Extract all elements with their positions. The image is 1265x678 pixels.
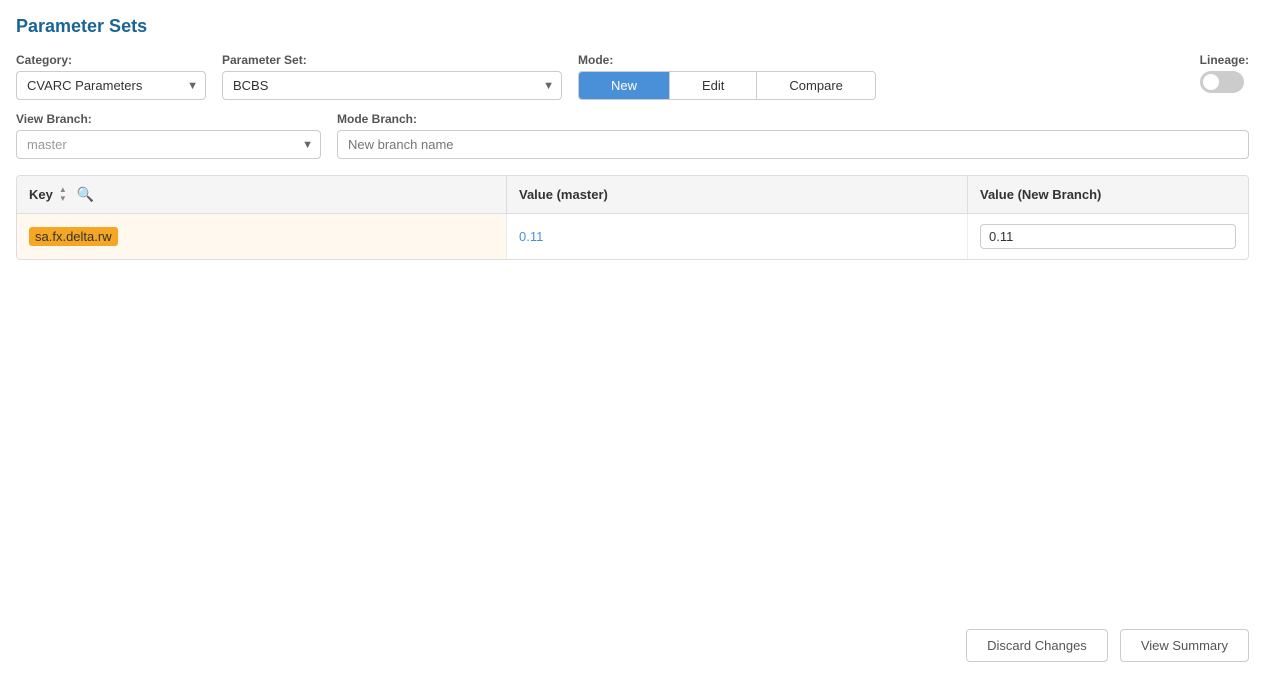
parameter-set-group: Parameter Set: BCBS ▼	[222, 53, 562, 100]
footer: Discard Changes View Summary	[950, 613, 1265, 678]
lineage-toggle[interactable]	[1200, 71, 1244, 93]
parameter-set-select[interactable]: BCBS	[222, 71, 562, 100]
parameter-table: Key ▲ ▼ 🔍 Value (master) Value (New Bran…	[16, 175, 1249, 260]
sort-up-icon: ▲	[59, 186, 67, 194]
value-new-branch-cell	[968, 214, 1248, 259]
page-container: Parameter Sets Category: CVARC Parameter…	[0, 0, 1265, 678]
category-label: Category:	[16, 53, 206, 67]
view-branch-label: View Branch:	[16, 112, 321, 126]
mode-branch-input[interactable]	[337, 130, 1249, 159]
mode-label: Mode:	[578, 53, 876, 67]
mode-edit-button[interactable]: Edit	[670, 72, 757, 99]
lineage-label: Lineage:	[1200, 53, 1249, 67]
value-master-cell: 0.11	[507, 214, 968, 259]
mode-button-group: New Edit Compare	[578, 71, 876, 100]
mode-compare-button[interactable]: Compare	[757, 72, 874, 99]
table-header: Key ▲ ▼ 🔍 Value (master) Value (New Bran…	[17, 176, 1248, 214]
mode-branch-label: Mode Branch:	[337, 112, 1249, 126]
category-select[interactable]: CVARC Parameters	[16, 71, 206, 100]
param-set-select-wrapper: BCBS ▼	[222, 71, 562, 100]
key-value: sa.fx.delta.rw	[29, 227, 118, 246]
table-row: sa.fx.delta.rw 0.11	[17, 214, 1248, 259]
view-branch-group: View Branch: master ▼	[16, 112, 321, 159]
category-select-wrapper: CVARC Parameters ▼	[16, 71, 206, 100]
parameter-set-label: Parameter Set:	[222, 53, 562, 67]
mode-new-button[interactable]: New	[579, 72, 670, 99]
view-summary-button[interactable]: View Summary	[1120, 629, 1249, 662]
col-value-new-branch-label: Value (New Branch)	[980, 187, 1101, 202]
sort-icons[interactable]: ▲ ▼	[59, 186, 67, 203]
col-key-label: Key	[29, 187, 53, 202]
page-title: Parameter Sets	[16, 16, 1249, 37]
col-key-header: Key ▲ ▼ 🔍	[17, 176, 507, 213]
col-value-master-label: Value (master)	[519, 187, 608, 202]
value-new-branch-input[interactable]	[980, 224, 1236, 249]
lineage-group: Lineage:	[1200, 53, 1249, 93]
branch-row: View Branch: master ▼ Mode Branch:	[16, 112, 1249, 159]
value-master-text: 0.11	[519, 229, 543, 244]
view-branch-select-wrapper: master ▼	[16, 130, 321, 159]
key-cell: sa.fx.delta.rw	[17, 214, 507, 259]
col-value-new-branch-header: Value (New Branch)	[968, 176, 1248, 213]
view-branch-select[interactable]: master	[16, 130, 321, 159]
mode-branch-group: Mode Branch:	[337, 112, 1249, 159]
controls-row: Category: CVARC Parameters ▼ Parameter S…	[16, 53, 1249, 100]
sort-down-icon: ▼	[59, 195, 67, 203]
col-value-master-header: Value (master)	[507, 176, 968, 213]
category-group: Category: CVARC Parameters ▼	[16, 53, 206, 100]
search-icon[interactable]: 🔍	[77, 186, 94, 203]
toggle-slider	[1200, 71, 1244, 93]
mode-group: Mode: New Edit Compare	[578, 53, 876, 100]
discard-changes-button[interactable]: Discard Changes	[966, 629, 1108, 662]
